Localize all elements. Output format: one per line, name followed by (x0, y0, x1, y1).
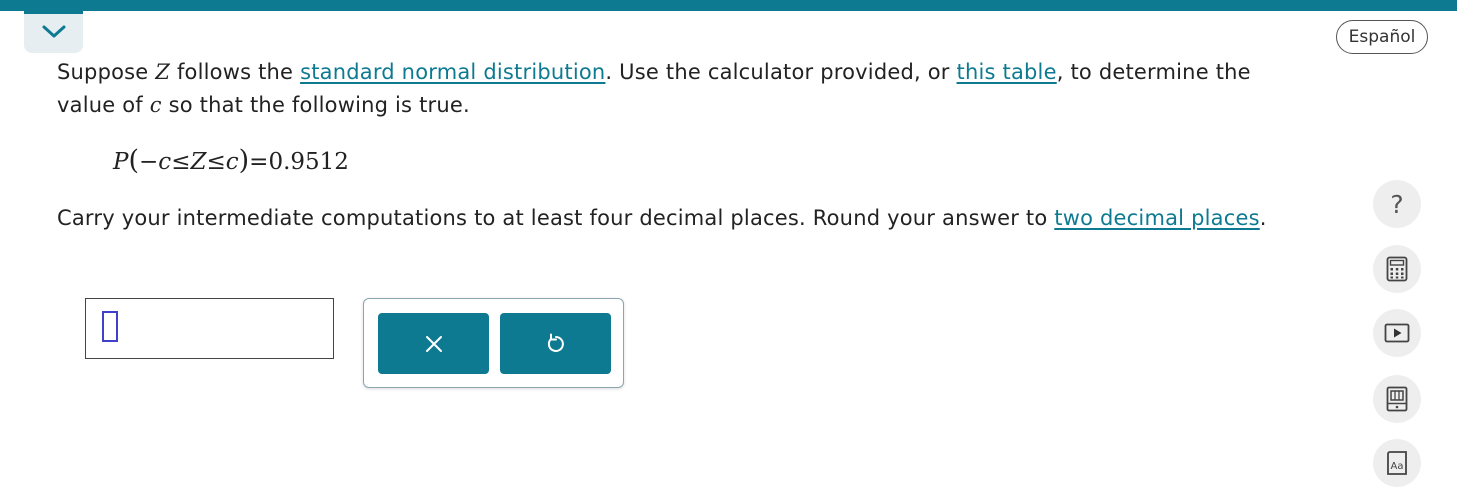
calculator-button[interactable] (1373, 245, 1421, 293)
question-text-segment: so that the following is true. (161, 93, 470, 117)
equation-c: c (225, 149, 239, 175)
equation-minus-c: −c (139, 149, 172, 175)
equation-close-paren: ) (238, 145, 250, 176)
undo-icon (547, 333, 564, 352)
variable-z: Z (155, 60, 171, 84)
equation-value: 0.9512 (268, 149, 349, 175)
calculator-icon (1386, 256, 1408, 282)
instructions-text-segment: Carry your intermediate computations to … (57, 206, 1055, 230)
video-button[interactable] (1373, 309, 1421, 357)
answer-input[interactable] (102, 311, 118, 342)
question-text-segment: follows the (170, 60, 301, 84)
answer-action-panel (363, 298, 624, 388)
equation-p: P (113, 149, 129, 175)
textbook-icon (1386, 386, 1408, 412)
this-table-link[interactable]: this table (957, 60, 1057, 84)
glossary-button[interactable]: Aa (1373, 439, 1421, 487)
language-toggle-button[interactable]: Español (1336, 20, 1428, 54)
clear-answer-button[interactable] (378, 313, 489, 374)
video-icon (1384, 323, 1410, 343)
question-text: Suppose Z follows the standard normal di… (57, 56, 1307, 122)
equation-le-symbol: ≤ (206, 149, 226, 175)
chevron-down-icon (42, 25, 65, 38)
variable-c: c (149, 93, 162, 117)
equation-open-paren: ( (128, 145, 140, 176)
equation-equals: = (249, 149, 269, 175)
undo-button[interactable] (500, 313, 611, 374)
question-text-segment: Suppose (57, 60, 156, 84)
equation-z: Z (190, 149, 207, 175)
svg-text:Aa: Aa (1391, 461, 1404, 472)
standard-normal-distribution-link[interactable]: standard normal distribution (300, 60, 605, 84)
top-accent-bar (0, 0, 1457, 11)
instructions-text-segment: . (1259, 206, 1267, 230)
glossary-icon: Aa (1387, 451, 1407, 475)
question-text-segment: . Use the calculator provided, or (605, 60, 957, 84)
help-icon: ? (1390, 189, 1404, 219)
probability-equation: P(−c≤Z≤c)=0.9512 (113, 145, 349, 176)
help-button[interactable]: ? (1373, 180, 1421, 228)
equation-le-symbol: ≤ (171, 149, 191, 175)
two-decimal-places-link[interactable]: two decimal places (1054, 206, 1259, 230)
rounding-instructions: Carry your intermediate computations to … (57, 203, 1277, 234)
collapse-toggle-button[interactable] (24, 11, 83, 53)
textbook-button[interactable] (1373, 375, 1421, 423)
answer-box (85, 298, 334, 359)
close-icon (425, 335, 442, 352)
